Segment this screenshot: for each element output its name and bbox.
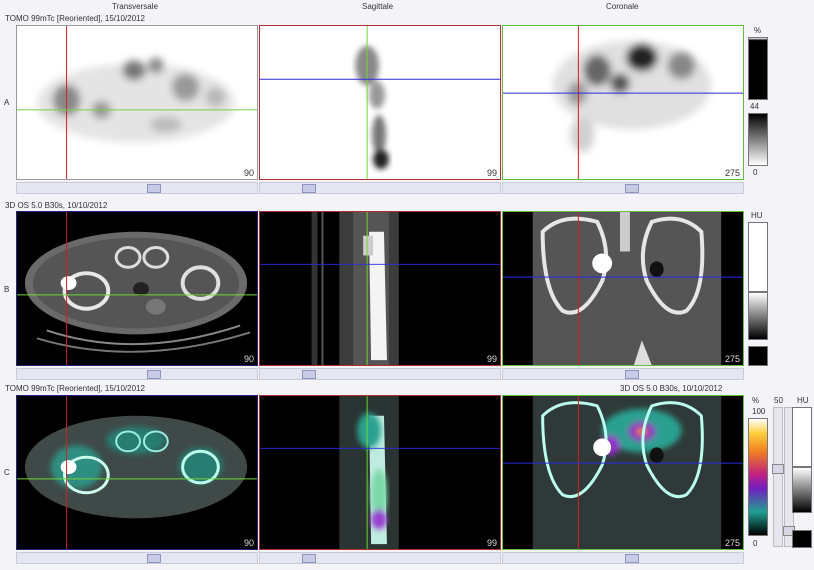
colorbar-a-min-value: 0	[753, 168, 758, 177]
scroll-thumb[interactable]	[147, 370, 161, 379]
spect-sagittal-view[interactable]: 99	[259, 25, 501, 180]
sagittal-slice-scrollbar[interactable]	[259, 182, 501, 194]
fusion-transversal-view[interactable]: 90	[16, 395, 258, 550]
title-transversal: Transversale	[112, 2, 158, 11]
slice-number: 275	[724, 168, 740, 178]
colorbar-a-mid-value: 44	[750, 102, 759, 111]
colorbar-a-scale[interactable]	[748, 113, 768, 166]
ct-sagittal-view[interactable]: 99	[259, 211, 501, 366]
scroll-thumb[interactable]	[302, 370, 316, 379]
fusion-opacity-slider[interactable]	[772, 407, 784, 547]
colorbar-c-ct-scale[interactable]	[792, 467, 812, 513]
colorbar-b-scale[interactable]	[748, 292, 768, 340]
slice-number: 90	[243, 354, 254, 364]
colorbar-c-ct-bottom	[792, 530, 812, 548]
title-coronal: Coronale	[606, 2, 639, 11]
colorbar-a-unit: %	[754, 26, 762, 35]
slice-number: 90	[243, 168, 254, 178]
slice-number: 275	[724, 538, 740, 548]
title-sagittal: Sagittale	[362, 2, 394, 11]
colorbar-c-max-value: 100	[752, 407, 766, 416]
slice-number: 99	[486, 538, 497, 548]
transversal-slice-scrollbar[interactable]	[16, 182, 258, 194]
scroll-thumb[interactable]	[625, 370, 639, 379]
coronal-slice-scrollbar[interactable]	[502, 368, 744, 380]
colorbar-b-unit: HU	[751, 211, 763, 220]
colorbar-c-ct-top	[792, 407, 812, 467]
row-c-letter: C	[4, 468, 10, 477]
slice-number: 99	[486, 168, 497, 178]
scroll-thumb[interactable]	[302, 184, 316, 193]
row-b-letter: B	[4, 285, 10, 294]
colorbar-c-ct-unit: HU	[797, 396, 809, 405]
transversal-slice-scrollbar[interactable]	[16, 368, 258, 380]
row-a-letter: A	[4, 98, 10, 107]
slider-thumb[interactable]	[772, 464, 784, 474]
fusion-sagittal-view[interactable]: 99	[259, 395, 501, 550]
coronal-slice-scrollbar[interactable]	[502, 182, 744, 194]
slice-number: 99	[486, 354, 497, 364]
colorbar-c-scale[interactable]	[748, 418, 768, 536]
ct-coronal-view[interactable]: 275	[502, 211, 744, 366]
row-a-header: TOMO 99mTc [Reoriented], 15/10/2012	[5, 14, 145, 23]
row-c-header-right: 3D OS 5.0 B30s, 10/10/2012	[620, 384, 723, 393]
spect-coronal-view[interactable]: 275	[502, 25, 744, 180]
slice-number: 90	[243, 538, 254, 548]
colorbar-c-min-value: 0	[753, 539, 758, 548]
sagittal-slice-scrollbar[interactable]	[259, 552, 501, 564]
colorbar-a-top	[748, 37, 768, 100]
transversal-slice-scrollbar[interactable]	[16, 552, 258, 564]
scroll-thumb[interactable]	[147, 554, 161, 563]
colorbar-b-top	[748, 222, 768, 292]
colorbar-b-bottom	[748, 346, 768, 366]
scroll-thumb[interactable]	[625, 184, 639, 193]
scroll-thumb[interactable]	[625, 554, 639, 563]
slice-number: 275	[724, 354, 740, 364]
colorbar-c-unit: %	[752, 396, 760, 405]
ct-transversal-view[interactable]: 90	[16, 211, 258, 366]
scroll-thumb[interactable]	[147, 184, 161, 193]
sagittal-slice-scrollbar[interactable]	[259, 368, 501, 380]
fusion-slider-value: 50	[774, 396, 783, 405]
row-c-header-left: TOMO 99mTc [Reoriented], 15/10/2012	[5, 384, 145, 393]
row-b-header: 3D OS 5.0 B30s, 10/10/2012	[5, 201, 108, 210]
coronal-slice-scrollbar[interactable]	[502, 552, 744, 564]
fusion-coronal-view[interactable]: 275	[502, 395, 744, 550]
spect-transversal-view[interactable]: 90	[16, 25, 258, 180]
scroll-thumb[interactable]	[302, 554, 316, 563]
